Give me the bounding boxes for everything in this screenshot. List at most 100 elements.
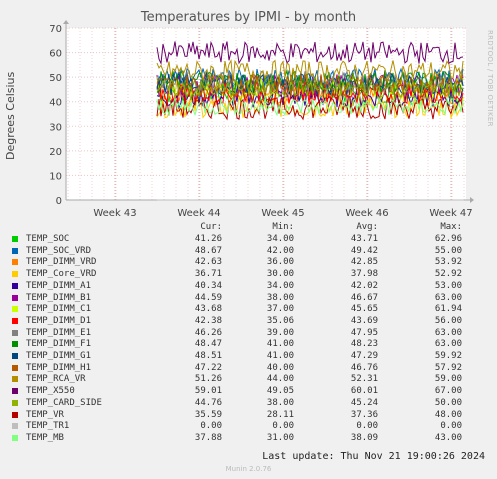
legend-swatch [12, 411, 18, 418]
legend-row: TEMP_DIMM_G1 48.51 41.00 47.29 59.92 [12, 351, 492, 363]
legend-row: TEMP_X550 59.01 49.05 60.01 67.00 [12, 386, 492, 398]
legend-value-min: 0.00 [272, 421, 294, 432]
legend-row: TEMP_DIMM_F1 48.47 41.00 48.23 63.00 [12, 339, 492, 351]
legend-value-max: 53.92 [434, 257, 462, 268]
legend-series-name: TEMP_Core_VRD [26, 269, 97, 280]
legend-column-header: Avg: [356, 222, 378, 232]
last-update-text: Last update: Thu Nov 21 19:00:26 2024 [262, 451, 485, 462]
legend-swatch [12, 294, 18, 301]
legend-value-max: 56.00 [434, 315, 462, 326]
legend-value-min: 44.00 [266, 374, 294, 385]
legend-value-avg: 48.23 [350, 339, 378, 350]
legend-value-min: 41.00 [266, 351, 294, 361]
legend-value-max: 63.00 [434, 327, 462, 338]
legend-value-cur: 40.34 [194, 280, 222, 291]
legend-swatch [12, 434, 18, 441]
legend-value-min: 35.06 [266, 315, 294, 326]
legend-swatch [12, 329, 18, 336]
legend-value-avg: 47.95 [350, 327, 378, 338]
legend-value-avg: 49.42 [350, 245, 378, 256]
legend-value-max: 59.92 [434, 351, 462, 361]
legend-series-name: TEMP_DIMM_H1 [26, 362, 92, 373]
legend-series-name: TEMP_RCA_VR [26, 374, 86, 385]
legend-series-name: TEMP_TR1 [26, 421, 70, 432]
legend-series-name: TEMP_SOC [26, 234, 70, 244]
legend-value-min: 38.00 [266, 292, 294, 303]
legend-value-cur: 44.59 [194, 292, 222, 303]
legend-row: TEMP_DIMM_A1 40.34 34.00 42.02 53.00 [12, 281, 492, 293]
legend-series-name: TEMP_DIMM_E1 [26, 327, 92, 338]
legend-swatch [12, 399, 18, 406]
legend-row: TEMP_DIMM_C1 43.68 37.00 45.65 61.94 [12, 304, 492, 316]
legend-value-cur: 59.01 [194, 386, 222, 397]
legend-value-avg: 46.67 [350, 292, 378, 303]
legend-value-avg: 37.98 [350, 269, 378, 280]
legend-swatch [12, 376, 18, 383]
legend-row: TEMP_DIMM_VRD 42.63 36.00 42.85 53.92 [12, 257, 492, 269]
legend-value-avg: 37.36 [350, 409, 378, 420]
legend-value-cur: 48.51 [194, 351, 222, 361]
legend-value-min: 40.00 [266, 362, 294, 373]
legend-series-name: TEMP_DIMM_A1 [26, 280, 92, 291]
legend-row: TEMP_VR 35.59 28.11 37.36 48.00 [12, 410, 492, 422]
legend-row: TEMP_SOC_VRD 48.67 42.00 49.42 55.00 [12, 246, 492, 258]
legend-value-cur: 51.26 [194, 374, 222, 385]
legend-series-name: TEMP_VR [26, 409, 64, 420]
legend-value-min: 41.00 [266, 339, 294, 350]
legend-swatch [12, 247, 18, 254]
legend-series-name: TEMP_DIMM_G1 [26, 351, 92, 361]
legend-value-min: 30.00 [266, 269, 294, 280]
legend-series-name: TEMP_X550 [26, 386, 75, 397]
legend-row: TEMP_MB 37.88 31.00 38.09 43.00 [12, 433, 492, 445]
legend-value-avg: 46.76 [350, 362, 378, 373]
legend-value-avg: 45.65 [350, 304, 378, 315]
legend-value-avg: 42.85 [350, 257, 378, 268]
legend-value-cur: 42.63 [194, 257, 222, 268]
legend-value-max: 57.92 [434, 362, 462, 373]
munin-version: Munin 2.0.76 [225, 465, 272, 473]
legend-swatch [12, 306, 18, 313]
legend-series-name: TEMP_SOC_VRD [26, 245, 92, 256]
legend-swatch [12, 353, 18, 359]
legend-value-avg: 43.69 [350, 315, 378, 326]
legend-value-min: 38.00 [266, 397, 294, 408]
legend-value-max: 63.00 [434, 292, 462, 303]
legend-value-avg: 43.71 [350, 234, 378, 244]
legend-swatch [12, 271, 18, 278]
legend-value-cur: 37.88 [194, 432, 222, 443]
legend-swatch [12, 236, 18, 242]
line-chart: 0 10 20 30 40 50 60 70 Week 43 Week 44 Week 45 Week… [49, 20, 474, 219]
legend-column-header: Max: [440, 222, 462, 232]
y-tick-label: 20 [49, 147, 62, 158]
legend-swatch [12, 317, 18, 324]
legend-value-min: 34.00 [266, 280, 294, 291]
legend-series-name: TEMP_DIMM_C1 [26, 304, 92, 315]
legend-row: TEMP_TR1 0.00 0.00 0.00 0.00 [12, 421, 492, 433]
legend-value-max: 43.00 [434, 432, 462, 443]
legend-value-avg: 42.02 [350, 280, 378, 291]
legend-value-max: 52.92 [434, 269, 462, 280]
legend-value-max: 59.00 [434, 374, 462, 385]
legend-value-max: 48.00 [434, 409, 462, 420]
legend-row: TEMP_DIMM_B1 44.59 38.00 46.67 63.00 [12, 293, 492, 305]
legend-value-min: 49.05 [266, 386, 294, 397]
legend-value-max: 67.00 [434, 386, 462, 397]
x-tick-label: Week 47 [429, 208, 472, 219]
x-tick-label: Week 44 [177, 208, 220, 219]
legend-series-name: TEMP_DIMM_F1 [26, 339, 92, 350]
legend-value-avg: 52.31 [350, 374, 378, 385]
legend-row: TEMP_RCA_VR 51.26 44.00 52.31 59.00 [12, 374, 492, 386]
legend-value-cur: 46.26 [194, 327, 222, 338]
legend-value-cur: 48.67 [194, 245, 222, 256]
legend-swatch [12, 388, 18, 395]
legend-column-header: Min: [272, 222, 294, 232]
legend-row: TEMP_DIMM_D1 42.38 35.06 43.69 56.00 [12, 316, 492, 328]
y-tick-label: 10 [49, 171, 62, 182]
legend-row: TEMP_SOC 41.26 34.00 43.71 62.96 [12, 234, 492, 246]
legend-value-avg: 60.01 [350, 386, 378, 397]
legend-value-cur: 36.71 [194, 269, 222, 280]
y-tick-label: 30 [49, 122, 62, 133]
legend-value-max: 63.00 [434, 339, 462, 350]
legend-value-min: 34.00 [266, 234, 294, 244]
legend-swatch [12, 282, 18, 289]
